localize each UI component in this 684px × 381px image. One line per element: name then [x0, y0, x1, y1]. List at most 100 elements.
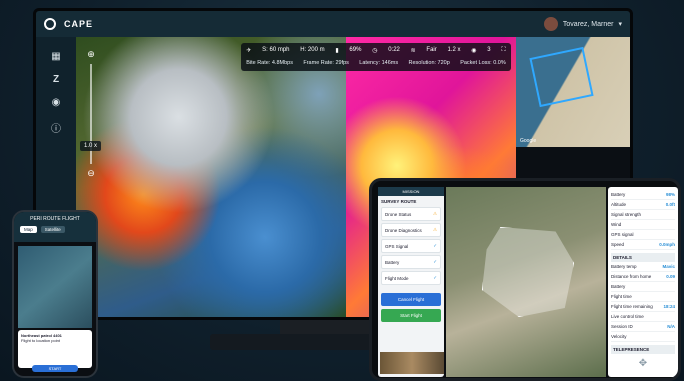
phone-start-button[interactable]: START: [32, 365, 78, 372]
start-flight-button[interactable]: Start Flight: [381, 309, 441, 322]
altitude-value: H: 200 m: [300, 47, 325, 53]
tablet-screen: MISSION SURVEY ROUTE Drone Status ⚠ Drone…: [369, 178, 681, 381]
detail-row: Velocity: [611, 332, 675, 342]
fullscreen-icon[interactable]: ⛶: [501, 47, 505, 54]
cancel-flight-button[interactable]: Cancel Flight: [381, 293, 441, 306]
dpad-icon[interactable]: ✥: [611, 358, 675, 369]
bitrate-value: Bite Rate: 4.8Mbps: [246, 60, 293, 66]
map-credit: Google: [520, 138, 537, 144]
stat-row: GPS signal: [611, 230, 675, 240]
detail-row: Distance from home 0.09: [611, 272, 675, 282]
app-name: CAPE: [64, 19, 94, 29]
details-heading[interactable]: DETAILS: [611, 253, 675, 262]
stat-row: Battery 98%: [611, 190, 675, 200]
zoom-control[interactable]: ⊕ ⊖: [82, 49, 100, 179]
check-icon: ✓: [433, 243, 437, 248]
detail-label: Battery: [611, 284, 626, 289]
tab-map[interactable]: Map: [20, 226, 37, 233]
warning-icon: ⚠: [432, 211, 437, 216]
detail-row: Battery temp Mavic: [611, 262, 675, 272]
checklist-item[interactable]: Battery ✓: [381, 255, 441, 269]
resolution-value: Resolution: 720p: [408, 60, 450, 66]
checklist-label: Flight Mode: [385, 275, 409, 281]
warning-icon: ⚠: [432, 227, 437, 232]
detail-label: Session ID: [611, 324, 633, 329]
stat-label: Speed: [611, 242, 625, 247]
stat-row: Altitude 0.0ft: [611, 200, 675, 210]
visual-feed: [76, 37, 346, 317]
stat-label: Altitude: [611, 202, 627, 207]
record-icon[interactable]: ◉: [52, 97, 61, 108]
tab-satellite[interactable]: Satellite: [40, 226, 65, 233]
stat-label: GPS signal: [611, 232, 634, 237]
detail-row: Flight time remaining 18:24: [611, 302, 675, 312]
signal-icon: ≋: [410, 47, 416, 54]
phone-map[interactable]: [18, 246, 92, 328]
detail-value: N/A: [667, 324, 675, 329]
packetloss-value: Packet Loss: 0.0%: [460, 60, 506, 66]
stats-panel: Battery 98% Altitude 0.0ft Signal strength…: [608, 187, 678, 377]
checklist-item[interactable]: Drone Status ⚠: [381, 207, 441, 221]
map-route: [529, 46, 594, 108]
user-name: Tovarez, Marner: [562, 20, 614, 28]
tablet-map[interactable]: [446, 187, 606, 377]
checklist-item[interactable]: Flight Mode ✓: [381, 271, 441, 285]
checklist-item[interactable]: GPS Signal ✓: [381, 239, 441, 253]
detail-label: Live control time: [611, 314, 644, 319]
checklist-label: GPS Signal: [385, 243, 409, 249]
stat-row: Signal strength: [611, 210, 675, 220]
avatar: [543, 17, 558, 31]
zoom-in-icon[interactable]: ⊕: [87, 49, 95, 60]
detail-label: Velocity: [611, 334, 627, 339]
stat-value: 0.0ft: [665, 202, 675, 207]
detail-row: Battery: [611, 282, 675, 292]
user-menu[interactable]: Tovarez, Marner ▾: [543, 17, 622, 31]
stat-row: Wind: [611, 220, 675, 230]
zoom-out-icon[interactable]: ⊖: [87, 168, 95, 179]
latency-value: Latency: 146ms: [359, 60, 399, 66]
checklist-label: Battery: [385, 259, 400, 265]
time-value: 0:22: [388, 47, 400, 53]
detail-value: Mavic: [662, 264, 675, 269]
camera-thumbnail[interactable]: [380, 352, 444, 374]
mission-title: MISSION: [378, 187, 444, 196]
telepresence-heading[interactable]: TELEPRESENCE: [611, 345, 675, 354]
detail-value: 0.09: [666, 274, 675, 279]
checklist-label: Drone Status: [385, 211, 412, 217]
eye-icon: ◉: [471, 47, 477, 54]
detail-label: Battery temp: [611, 264, 637, 269]
signal-value: Fair: [426, 47, 437, 53]
mission-panel: MISSION SURVEY ROUTE Drone Status ⚠ Drone…: [378, 187, 444, 377]
layers-icon[interactable]: ▦: [51, 51, 60, 62]
phone-mission-card: Northeast patrol 4401 Flight to location…: [18, 330, 92, 368]
phone-title: PERI ROUTE FLIGHT: [30, 216, 80, 222]
detail-row: Flight time: [611, 292, 675, 302]
geofence-zone[interactable]: [482, 227, 574, 317]
mini-map[interactable]: Google: [516, 37, 630, 147]
detail-label: Flight time: [611, 294, 632, 299]
drone-icon: ✈: [246, 47, 252, 54]
mission-subtitle: SURVEY ROUTE: [381, 199, 417, 204]
battery-icon: ▮: [335, 47, 339, 54]
detail-label: Flight time remaining: [611, 304, 653, 309]
z-icon[interactable]: Z: [53, 74, 59, 85]
count-value: 3: [487, 47, 491, 53]
detail-row: Live control time: [611, 312, 675, 322]
speed-value: S: 60 mph: [262, 47, 290, 53]
zoom-badge: 1.0 x: [80, 141, 102, 151]
check-icon: ✓: [433, 275, 437, 280]
phone-header: PERI ROUTE FLIGHT Map Satellite: [14, 212, 96, 242]
info-icon[interactable]: ⓘ: [51, 120, 61, 135]
detail-value: 18:24: [663, 304, 675, 309]
stat-label: Signal strength: [611, 212, 642, 217]
chevron-down-icon: ▾: [618, 21, 622, 28]
stat-label: Wind: [611, 222, 622, 227]
telemetry-bar: ✈ S: 60 mph H: 200 m ▮ 69% ◷ 0:22 ≋ Fair…: [241, 43, 511, 71]
checklist-label: Drone Diagnostics: [385, 227, 422, 233]
phone-screen: PERI ROUTE FLIGHT Map Satellite Northeas…: [12, 210, 98, 378]
stat-row: Speed 0.0mph: [611, 240, 675, 250]
checklist-item[interactable]: Drone Diagnostics ⚠: [381, 223, 441, 237]
logo-icon: [44, 18, 56, 30]
detail-label: Distance from home: [611, 274, 652, 279]
battery-value: 69%: [349, 47, 362, 53]
